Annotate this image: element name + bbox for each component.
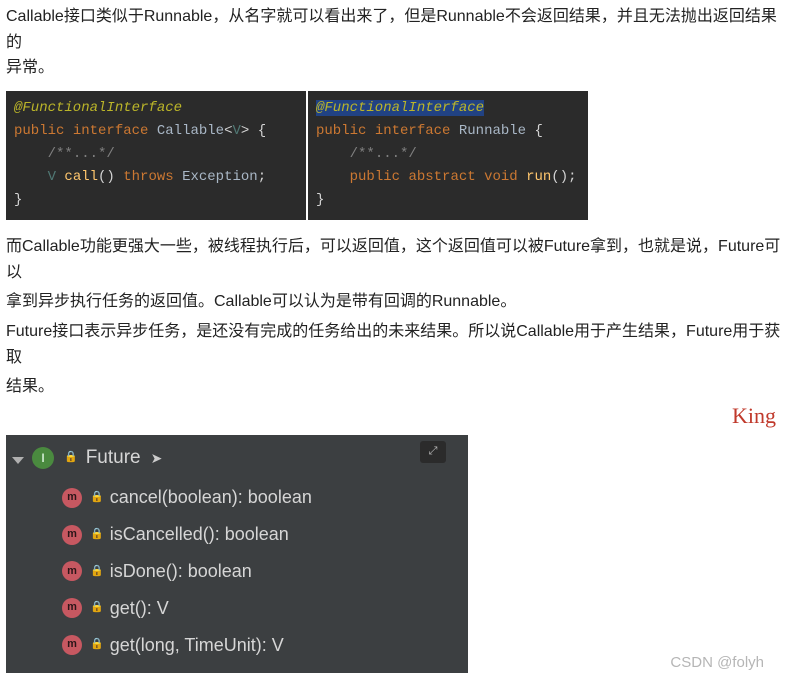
annotation: @FunctionalInterface [316, 100, 484, 116]
fullscreen-icon: ⤢ [429, 443, 438, 461]
method-signature: isCancelled(): boolean [110, 520, 289, 549]
method-row[interactable]: m 🔒 get(long, TimeUnit): V [62, 627, 468, 664]
method-signature: get(): V [110, 594, 169, 623]
method-icon: m [62, 525, 82, 545]
cursor-icon: ➤ [151, 447, 163, 469]
comment: /**...*/ [350, 146, 417, 162]
lock-icon: 🔒 [90, 526, 104, 544]
mid-line-3: Future接口表示异步任务，是还没有完成的任务给出的未来结果。所以说Calla… [6, 319, 782, 370]
code-blocks-row: @FunctionalInterface public interface Ca… [6, 91, 782, 220]
method-icon: m [62, 561, 82, 581]
lock-icon: 🔒 [90, 563, 104, 581]
mid-line-2: 拿到异步执行任务的返回值。Callable可以认为是带有回调的Runnable。 [6, 289, 782, 315]
interface-name: Future [86, 443, 141, 473]
lock-icon: 🔒 [64, 449, 78, 467]
mid-line-4: 结果。 [6, 374, 782, 400]
comment: /**...*/ [48, 146, 115, 162]
intro-line-2: 异常。 [6, 59, 54, 76]
method-signature: isDone(): boolean [110, 557, 252, 586]
collapse-triangle-icon[interactable] [12, 457, 24, 464]
method-row[interactable]: m 🔒 cancel(boolean): boolean [62, 479, 468, 516]
method-list: m 🔒 cancel(boolean): boolean m 🔒 isCance… [6, 479, 468, 663]
method-icon: m [62, 598, 82, 618]
method-signature: get(long, TimeUnit): V [110, 631, 284, 660]
middle-paragraphs: 而Callable功能更强大一些，被线程执行后，可以返回值，这个返回值可以被Fu… [6, 234, 782, 400]
king-label: King [6, 398, 782, 433]
ide-structure-panel: ⤢ I 🔒 Future ➤ m 🔒 cancel(boolean): bool… [6, 435, 468, 673]
method-row[interactable]: m 🔒 get(): V [62, 590, 468, 627]
intro-line-1: Callable接口类似于Runnable，从名字就可以看出来了，但是Runna… [6, 8, 777, 51]
intro-paragraph: Callable接口类似于Runnable，从名字就可以看出来了，但是Runna… [6, 4, 782, 81]
method-signature: cancel(boolean): boolean [110, 483, 312, 512]
annotation: @FunctionalInterface [14, 100, 182, 116]
lock-icon: 🔒 [90, 636, 104, 654]
interface-icon: I [32, 447, 54, 469]
mid-line-1: 而Callable功能更强大一些，被线程执行后，可以返回值，这个返回值可以被Fu… [6, 234, 782, 285]
callable-code-block: @FunctionalInterface public interface Ca… [6, 91, 306, 220]
fullscreen-button[interactable]: ⤢ [420, 441, 446, 463]
method-row[interactable]: m 🔒 isCancelled(): boolean [62, 516, 468, 553]
tree-root-row[interactable]: I 🔒 Future ➤ [6, 441, 468, 479]
method-icon: m [62, 635, 82, 655]
method-row[interactable]: m 🔒 isDone(): boolean [62, 553, 468, 590]
runnable-code-block: @FunctionalInterface public interface Ru… [308, 91, 588, 220]
method-icon: m [62, 488, 82, 508]
lock-icon: 🔒 [90, 489, 104, 507]
lock-icon: 🔒 [90, 599, 104, 617]
